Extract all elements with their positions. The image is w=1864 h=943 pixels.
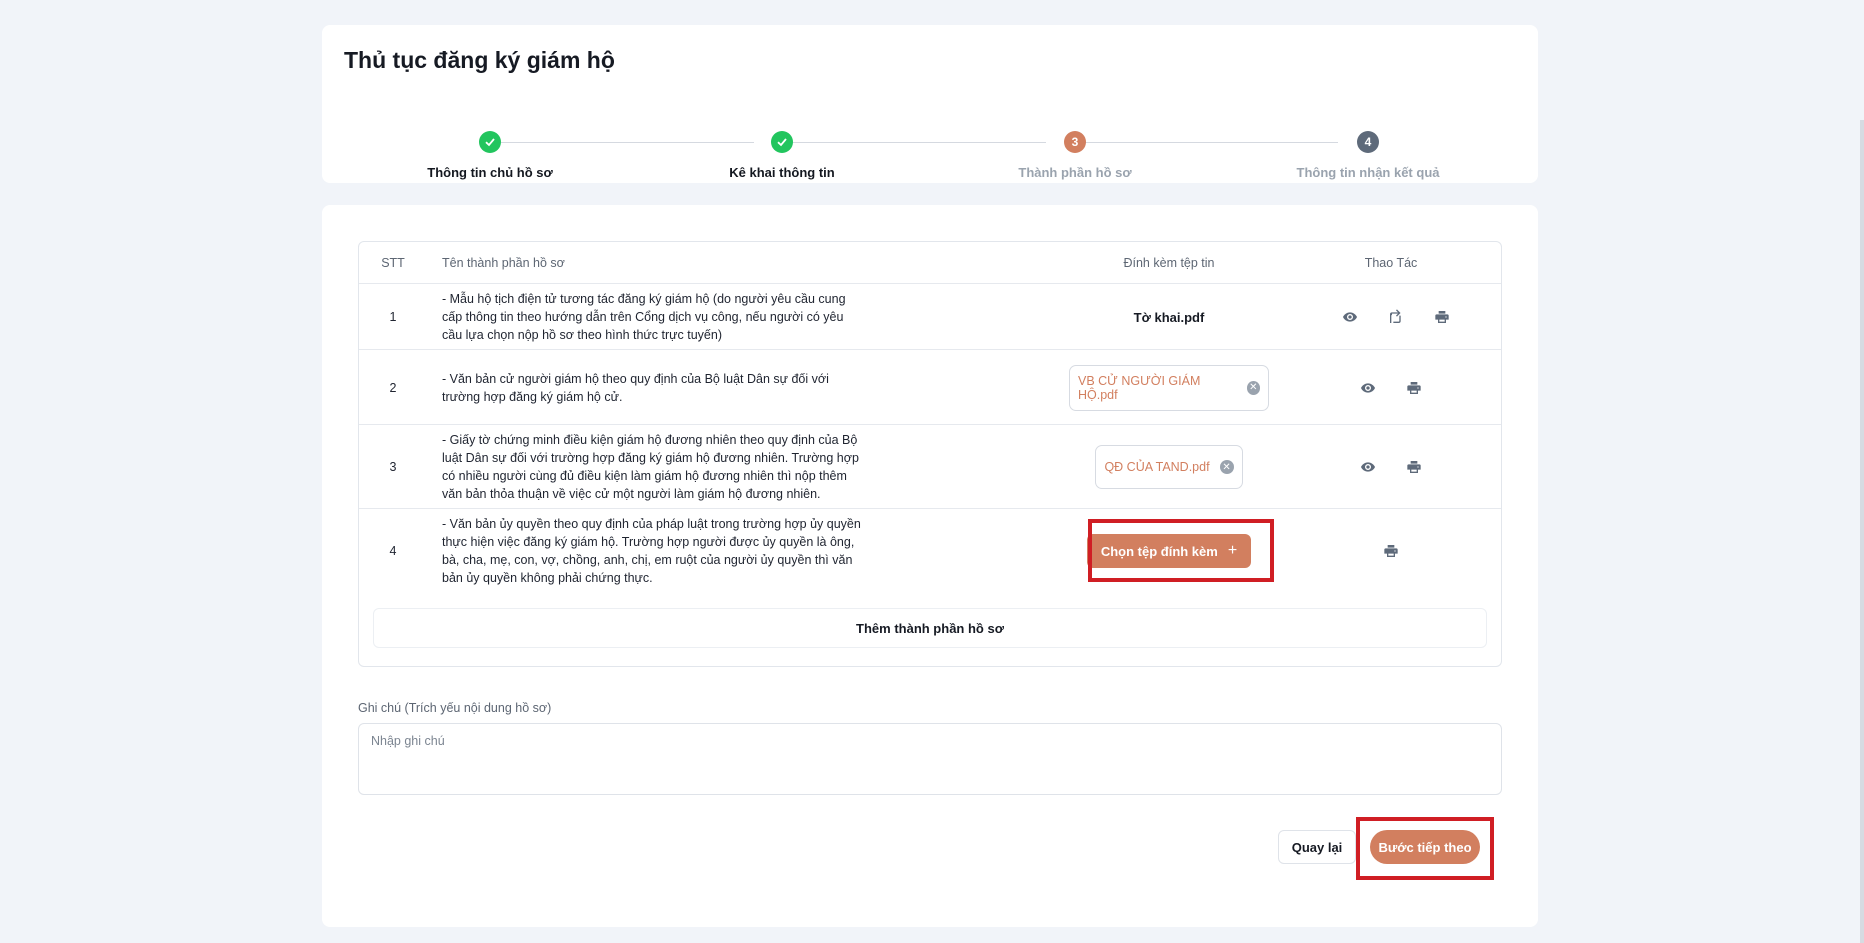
step-connector: [782, 142, 1046, 143]
highlight-choose-file: [1088, 519, 1274, 582]
remove-file-icon[interactable]: ✕: [1246, 380, 1260, 395]
row-name: - Mẫu hộ tịch điện tử tương tác đăng ký …: [442, 292, 846, 342]
table-row: 3 - Giấy tờ chứng minh điều kiện giám hộ…: [359, 425, 1501, 509]
row-stt: 3: [389, 460, 397, 474]
step-connector: [490, 142, 754, 143]
row-stt: 2: [389, 380, 397, 395]
row-file: QĐ CỦA TAND.pdf ✕: [1069, 425, 1269, 509]
file-chip[interactable]: VB CỬ NGƯỜI GIÁM HỘ.pdf ✕: [1069, 364, 1269, 411]
table-row: 4 - Văn bản ủy quyền theo quy định của p…: [359, 509, 1501, 593]
scrollbar-edge: [1860, 120, 1864, 943]
step-2-check-icon[interactable]: [771, 131, 793, 153]
documents-table: STT Tên thành phần hồ sơ Đính kèm tệp ti…: [358, 241, 1502, 667]
header-file: Đính kèm tệp tin: [1123, 256, 1215, 270]
printer-icon[interactable]: [1431, 306, 1453, 328]
stepper: 3 4 Thông tin chủ hồ sơ Kê khai thông ti…: [322, 107, 1538, 180]
printer-icon[interactable]: [1403, 456, 1425, 478]
back-button[interactable]: Quay lại: [1278, 830, 1356, 864]
add-document-button[interactable]: Thêm thành phần hồ sơ: [373, 608, 1487, 648]
remove-file-icon[interactable]: ✕: [1219, 460, 1234, 474]
row-stt: 1: [389, 310, 397, 324]
step-1-label: Thông tin chủ hồ sơ: [427, 165, 553, 180]
step-4-number[interactable]: 4: [1357, 131, 1379, 153]
table-row: 1 - Mẫu hộ tịch điện tử tương tác đăng k…: [359, 284, 1501, 350]
table-header: STT Tên thành phần hồ sơ Đính kèm tệp ti…: [359, 242, 1501, 284]
header-actions: Thao Tác: [1364, 256, 1418, 270]
row-actions: [1279, 425, 1503, 509]
row-name: - Văn bản ủy quyền theo quy định của phá…: [442, 517, 861, 585]
step-1-check-icon[interactable]: [479, 131, 501, 153]
note-label: Ghi chú (Trích yếu nội dung hồ sơ): [358, 701, 552, 715]
header-stt: STT: [381, 256, 405, 270]
row-file: Tờ khai.pdf: [1069, 284, 1269, 350]
file-chip-label[interactable]: VB CỬ NGƯỜI GIÁM HỘ.pdf: [1078, 374, 1237, 402]
header-name: Tên thành phần hồ sơ: [442, 256, 565, 270]
eye-icon[interactable]: [1357, 377, 1379, 399]
printer-icon[interactable]: [1380, 540, 1402, 562]
row-actions: [1279, 509, 1503, 593]
step-3-number[interactable]: 3: [1064, 131, 1086, 153]
step-connector: [1074, 142, 1338, 143]
eye-icon[interactable]: [1339, 306, 1361, 328]
row-name: - Giấy tờ chứng minh điều kiện giám hộ đ…: [442, 433, 859, 501]
row-actions: [1279, 350, 1503, 425]
table-row: 2 - Văn bản cử người giám hộ theo quy đị…: [359, 350, 1501, 425]
row-actions: [1279, 284, 1503, 350]
eye-icon[interactable]: [1357, 456, 1379, 478]
main-card: STT Tên thành phần hồ sơ Đính kèm tệp ti…: [322, 205, 1538, 927]
note-textarea[interactable]: [358, 723, 1502, 795]
step-2-label: Kê khai thông tin: [729, 165, 835, 180]
file-name[interactable]: Tờ khai.pdf: [1134, 310, 1205, 325]
file-chip-label[interactable]: QĐ CỦA TAND.pdf: [1104, 460, 1209, 474]
page-title: Thủ tục đăng ký giám hộ: [344, 47, 615, 73]
step-4-label: Thông tin nhận kết quả: [1296, 165, 1440, 180]
printer-icon[interactable]: [1403, 377, 1425, 399]
sign-icon[interactable]: [1385, 306, 1407, 328]
row-name: - Văn bản cử người giám hộ theo quy định…: [442, 371, 829, 404]
header-card: Thủ tục đăng ký giám hộ 3 4 Thông tin ch…: [322, 25, 1538, 183]
row-file: VB CỬ NGƯỜI GIÁM HỘ.pdf ✕: [1069, 350, 1269, 425]
highlight-next-step: [1356, 817, 1494, 880]
file-chip[interactable]: QĐ CỦA TAND.pdf ✕: [1095, 445, 1243, 489]
row-stt: 4: [389, 544, 397, 558]
step-3-label: Thành phần hồ sơ: [1018, 165, 1132, 180]
